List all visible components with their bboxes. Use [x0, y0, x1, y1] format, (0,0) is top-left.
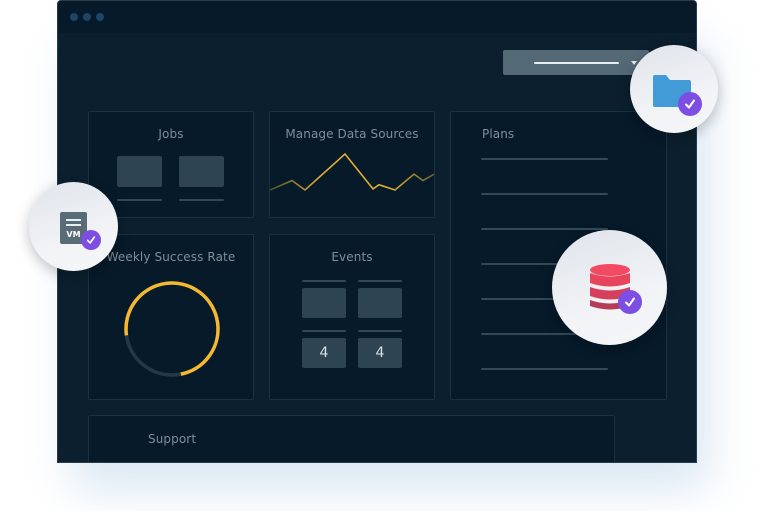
filter-dropdown[interactable] [503, 50, 649, 75]
dropdown-value-placeholder [534, 62, 619, 64]
check-icon [678, 92, 702, 116]
jobs-panel[interactable]: Jobs [88, 111, 254, 218]
vm-badge: VM [29, 182, 118, 271]
events-block[interactable] [358, 288, 402, 318]
jobs-label-line [117, 199, 162, 201]
jobs-block[interactable] [179, 156, 224, 187]
data-sources-title: Manage Data Sources [285, 127, 419, 141]
events-line [358, 280, 402, 282]
support-panel[interactable]: Support [88, 415, 615, 462]
success-rate-ring [124, 281, 220, 377]
events-count[interactable]: 4 [302, 338, 346, 368]
success-rate-title: Weekly Success Rate [106, 250, 236, 264]
events-line [358, 330, 402, 332]
support-title: Support [148, 432, 197, 446]
jobs-title: Jobs [158, 127, 184, 141]
plans-list-item[interactable] [481, 368, 608, 370]
events-count[interactable]: 4 [358, 338, 402, 368]
data-sources-panel[interactable]: Manage Data Sources [269, 111, 435, 218]
database-badge [552, 230, 667, 345]
sparkline-series [270, 152, 434, 192]
events-title: Events [331, 250, 373, 264]
check-icon [618, 290, 642, 314]
title-bar [58, 1, 696, 33]
plans-list-item[interactable] [481, 193, 608, 195]
jobs-block[interactable] [117, 156, 162, 187]
events-line [302, 280, 346, 282]
success-rate-panel[interactable]: Weekly Success Rate [88, 234, 254, 400]
folder-badge [630, 45, 718, 133]
plans-list-item[interactable] [481, 228, 608, 230]
events-block[interactable] [302, 288, 346, 318]
window-dot-minimize[interactable] [83, 13, 91, 21]
window-dot-close[interactable] [70, 13, 78, 21]
window-dot-maximize[interactable] [96, 13, 104, 21]
plans-list-item[interactable] [481, 158, 608, 160]
events-panel[interactable]: Events 4 4 [269, 234, 435, 400]
events-line [302, 330, 346, 332]
plans-title: Plans [482, 127, 515, 141]
jobs-label-line [179, 199, 224, 201]
sparkline-chart [270, 152, 434, 192]
check-icon [81, 230, 101, 250]
ring-progress [124, 281, 220, 377]
